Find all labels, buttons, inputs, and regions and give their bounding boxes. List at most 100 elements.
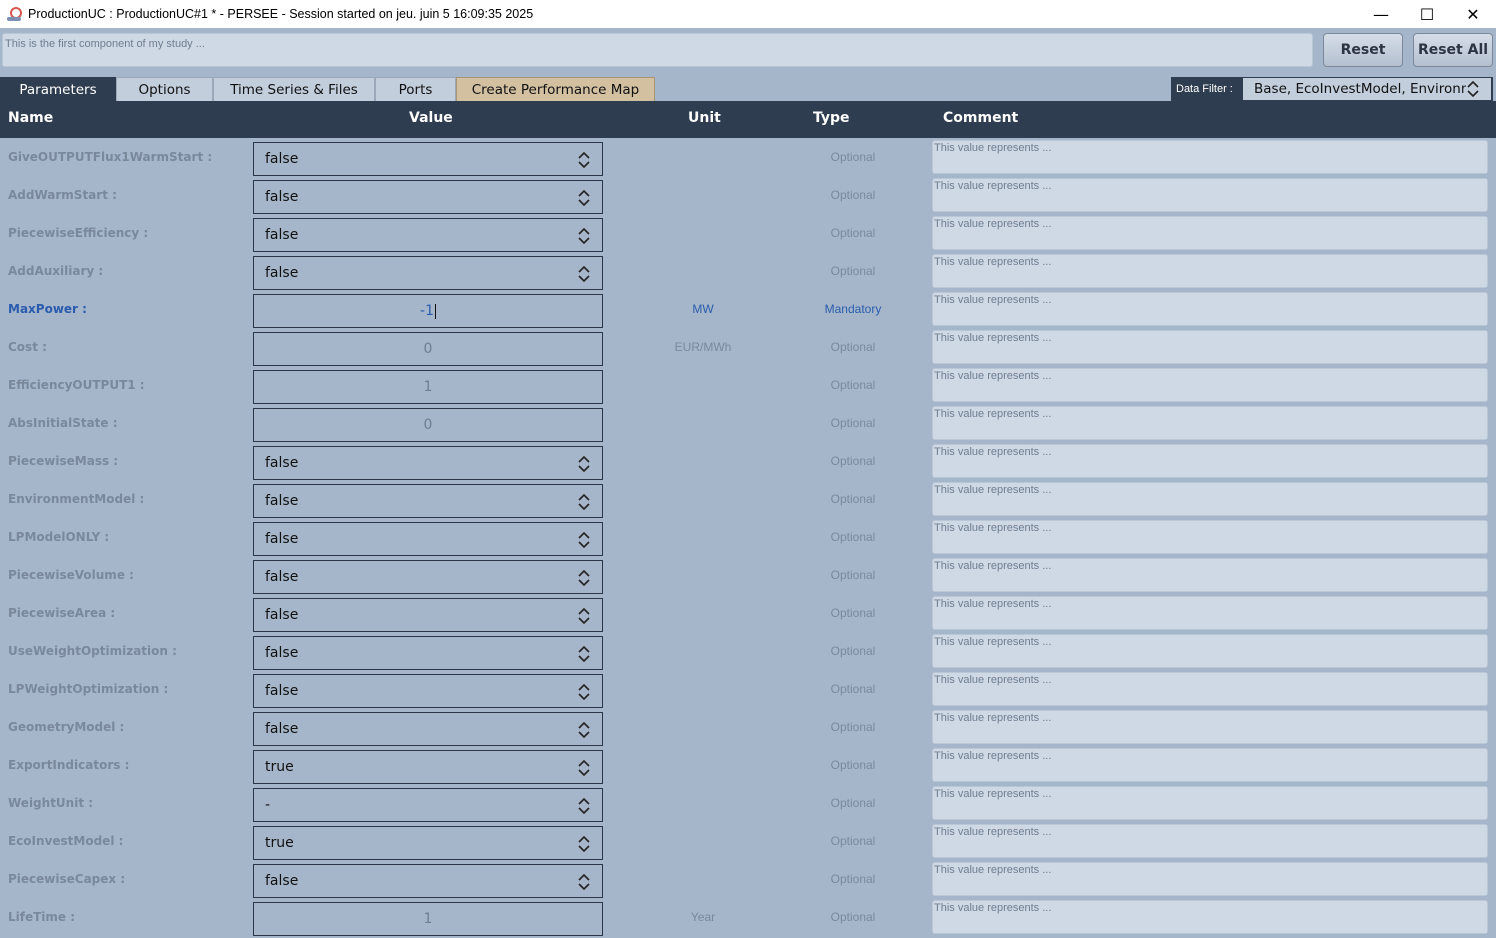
tab-create-performance-map[interactable]: Create Performance Map bbox=[456, 77, 655, 101]
table-row: EnvironmentModel : false Optional This valu… bbox=[0, 480, 1496, 518]
parameter-name: MaxPower : bbox=[8, 302, 87, 316]
parameter-value-input[interactable]: 1 bbox=[253, 370, 603, 404]
parameter-value-text: -1 bbox=[420, 303, 434, 319]
parameter-type: Optional bbox=[830, 150, 876, 164]
parameter-name: ExportIndicators : bbox=[8, 758, 130, 772]
parameter-value-text: false bbox=[265, 227, 299, 243]
parameter-type: Optional bbox=[830, 682, 876, 696]
reset-button[interactable]: Reset bbox=[1323, 33, 1403, 67]
parameter-value-text: false bbox=[265, 645, 299, 661]
parameter-type: Optional bbox=[830, 644, 876, 658]
parameter-value-select[interactable]: false bbox=[253, 636, 603, 670]
data-filter-select[interactable]: Base, EcoInvestModel, Environm bbox=[1243, 78, 1491, 100]
chevron-updown-icon bbox=[577, 872, 591, 892]
parameter-name: PiecewiseEfficiency : bbox=[8, 226, 149, 240]
component-description-field[interactable]: This is the first component of my study … bbox=[2, 33, 1313, 67]
parameter-value-input[interactable]: 0 bbox=[253, 408, 603, 442]
reset-all-button[interactable]: Reset All bbox=[1413, 33, 1493, 67]
parameter-type: Optional bbox=[830, 758, 876, 772]
parameter-value-select[interactable]: false bbox=[253, 560, 603, 594]
parameter-comment-field[interactable]: This value represents ... bbox=[932, 482, 1488, 516]
parameter-value-text: 0 bbox=[423, 341, 433, 357]
parameter-value-text: - bbox=[265, 797, 271, 813]
data-filter-value: Base, EcoInvestModel, Environm bbox=[1254, 81, 1474, 97]
parameter-value-text: false bbox=[265, 873, 299, 889]
parameter-comment-field[interactable]: This value represents ... bbox=[932, 748, 1488, 782]
column-value-header: Value bbox=[409, 110, 453, 126]
tab-parameters[interactable]: Parameters bbox=[0, 77, 116, 101]
parameter-value-select[interactable]: false bbox=[253, 446, 603, 480]
parameter-value-text: false bbox=[265, 493, 299, 509]
parameter-value-input[interactable]: -1 bbox=[253, 294, 603, 328]
parameter-comment-field[interactable]: This value represents ... bbox=[932, 406, 1488, 440]
table-row: GeometryModel : false Optional This value r… bbox=[0, 708, 1496, 746]
parameter-name: LifeTime : bbox=[8, 910, 76, 924]
parameter-value-select[interactable]: true bbox=[253, 750, 603, 784]
parameter-comment-field[interactable]: This value represents ... bbox=[932, 558, 1488, 592]
parameter-name: Cost : bbox=[8, 340, 47, 354]
tab-options[interactable]: Options bbox=[116, 77, 213, 101]
parameter-value-input[interactable]: 0 bbox=[253, 332, 603, 366]
parameter-type: Mandatory bbox=[824, 302, 882, 316]
parameter-value-select[interactable]: false bbox=[253, 256, 603, 290]
parameter-comment-field[interactable]: This value represents ... bbox=[932, 862, 1488, 896]
parameter-unit: MW bbox=[692, 302, 714, 316]
parameter-comment-field[interactable]: This value represents ... bbox=[932, 140, 1488, 174]
parameter-comment-field[interactable]: This value represents ... bbox=[932, 710, 1488, 744]
parameter-value-select[interactable]: false bbox=[253, 712, 603, 746]
chevron-updown-icon bbox=[577, 530, 591, 550]
parameter-comment-field[interactable]: This value represents ... bbox=[932, 786, 1488, 820]
table-row: MaxPower : -1 MW Mandatory This value repres… bbox=[0, 290, 1496, 328]
parameter-value-select[interactable]: true bbox=[253, 826, 603, 860]
chevron-updown-icon bbox=[577, 454, 591, 474]
parameter-value-text: false bbox=[265, 607, 299, 623]
table-row: EfficiencyOUTPUT1 : 1 Optional This value r… bbox=[0, 366, 1496, 404]
parameter-type: Optional bbox=[830, 872, 876, 886]
parameter-name: UseWeightOptimization : bbox=[8, 644, 177, 658]
parameter-name: PiecewiseVolume : bbox=[8, 568, 134, 582]
chevron-updown-icon bbox=[577, 492, 591, 512]
tab-time-series-files[interactable]: Time Series & Files bbox=[213, 77, 375, 101]
parameter-comment-field[interactable]: This value represents ... bbox=[932, 330, 1488, 364]
parameter-comment-field[interactable]: This value represents ... bbox=[932, 254, 1488, 288]
parameter-comment-field[interactable]: This value represents ... bbox=[932, 292, 1488, 326]
table-row: EcoInvestModel : true Optional This value r… bbox=[0, 822, 1496, 860]
table-row: WeightUnit : - Optional This value represen… bbox=[0, 784, 1496, 822]
parameter-value-select[interactable]: false bbox=[253, 864, 603, 898]
parameter-value-select[interactable]: - bbox=[253, 788, 603, 822]
parameter-comment-field[interactable]: This value represents ... bbox=[932, 368, 1488, 402]
parameter-value-select[interactable]: false bbox=[253, 522, 603, 556]
chevron-updown-icon bbox=[577, 644, 591, 664]
parameter-value-select[interactable]: false bbox=[253, 484, 603, 518]
parameter-type: Optional bbox=[830, 454, 876, 468]
parameter-comment-field[interactable]: This value represents ... bbox=[932, 596, 1488, 630]
parameter-value-select[interactable]: false bbox=[253, 180, 603, 214]
parameter-comment-field[interactable]: This value represents ... bbox=[932, 178, 1488, 212]
maximize-button[interactable]: ☐ bbox=[1404, 0, 1450, 28]
parameter-comment-field[interactable]: This value represents ... bbox=[932, 900, 1488, 934]
data-filter-label: Data Filter : bbox=[1176, 83, 1233, 95]
parameter-comment-field[interactable]: This value represents ... bbox=[932, 216, 1488, 250]
parameter-type: Optional bbox=[830, 492, 876, 506]
table-row: LPModelONLY : false Optional This value rep… bbox=[0, 518, 1496, 556]
parameter-comment-field[interactable]: This value represents ... bbox=[932, 672, 1488, 706]
minimize-button[interactable]: — bbox=[1358, 0, 1404, 28]
parameter-value-text: false bbox=[265, 455, 299, 471]
parameter-value-select[interactable]: false bbox=[253, 598, 603, 632]
parameter-unit: Year bbox=[690, 910, 716, 924]
parameter-name: PiecewiseMass : bbox=[8, 454, 119, 468]
close-button[interactable]: ✕ bbox=[1450, 0, 1496, 28]
parameter-value-select[interactable]: false bbox=[253, 674, 603, 708]
parameter-comment-field[interactable]: This value represents ... bbox=[932, 634, 1488, 668]
parameter-comment-field[interactable]: This value represents ... bbox=[932, 520, 1488, 554]
table-row: LifeTime : 1 Year Optional This value repres… bbox=[0, 898, 1496, 936]
parameter-comment-field[interactable]: This value represents ... bbox=[932, 824, 1488, 858]
chevron-updown-icon bbox=[577, 682, 591, 702]
chevron-updown-icon bbox=[577, 264, 591, 284]
parameter-value-select[interactable]: false bbox=[253, 218, 603, 252]
chevron-updown-icon bbox=[577, 568, 591, 588]
parameter-value-select[interactable]: false bbox=[253, 142, 603, 176]
parameter-comment-field[interactable]: This value represents ... bbox=[932, 444, 1488, 478]
tab-ports[interactable]: Ports bbox=[375, 77, 456, 101]
parameter-value-input[interactable]: 1 bbox=[253, 902, 603, 936]
